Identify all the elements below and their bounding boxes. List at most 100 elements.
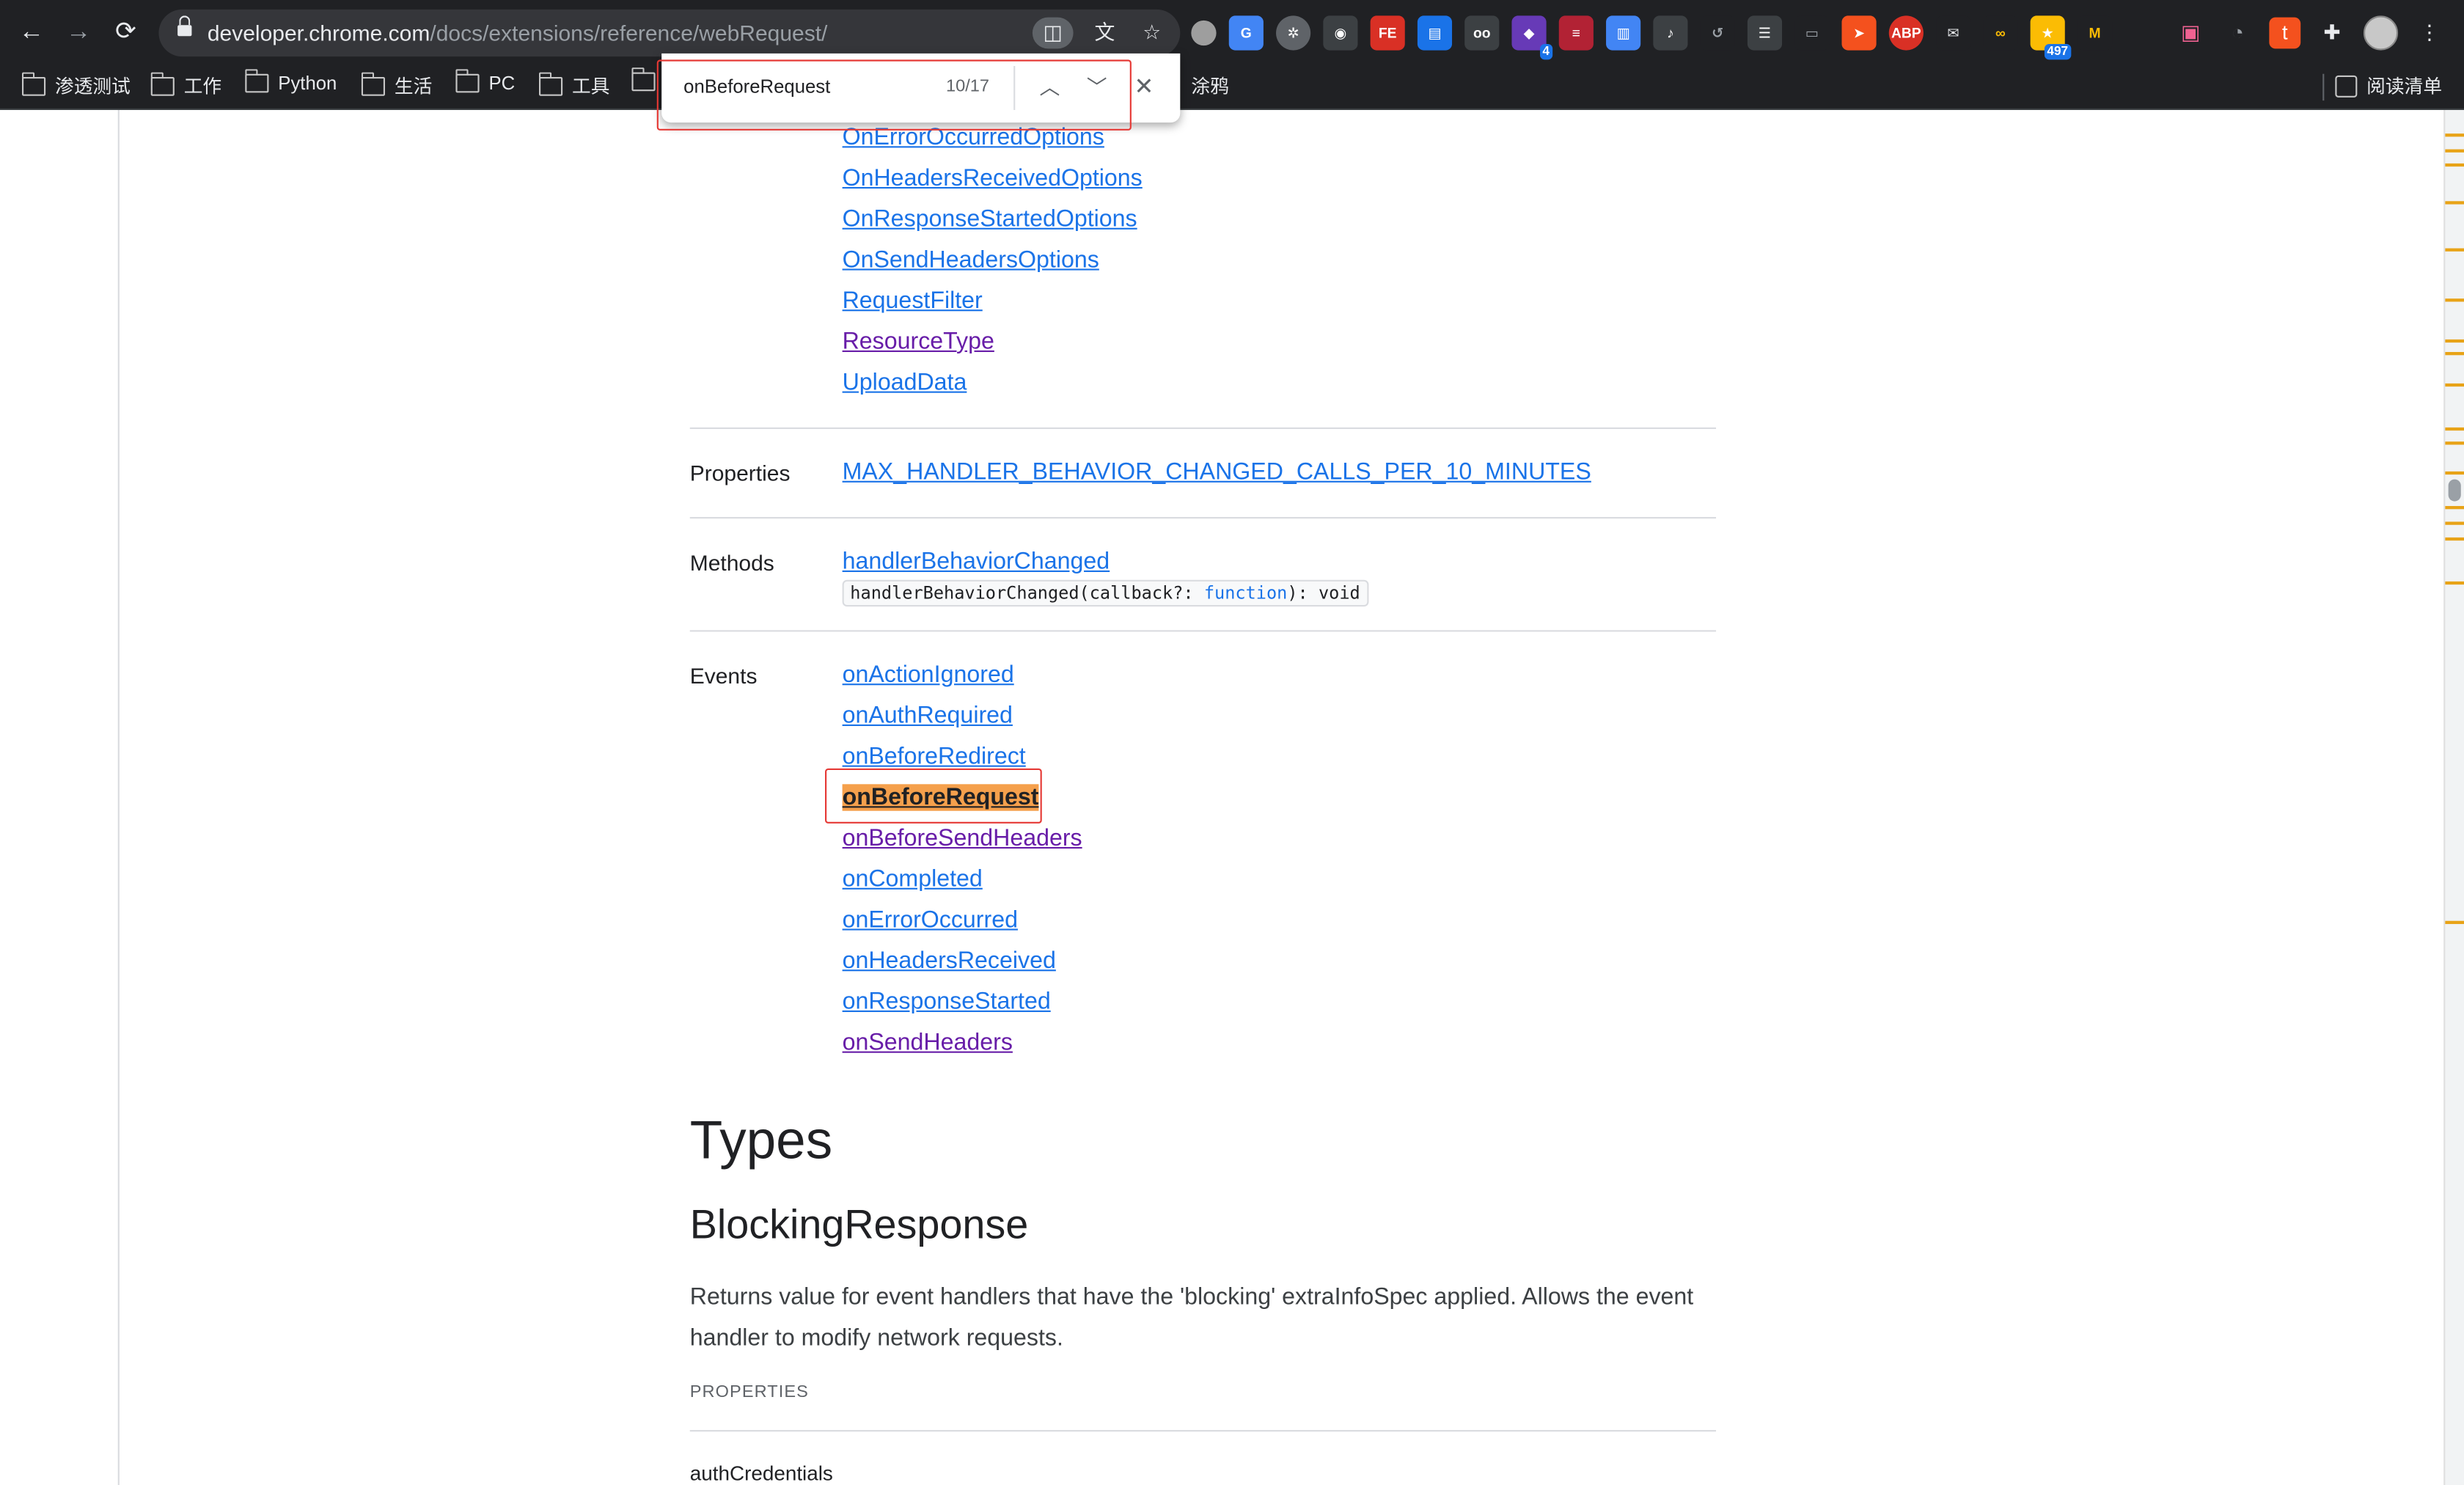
link-on-send-headers-options[interactable]: OnSendHeadersOptions xyxy=(843,246,1099,273)
close-icon[interactable]: ✕ xyxy=(1129,73,1160,104)
divider xyxy=(689,630,1717,632)
divider xyxy=(689,1430,1717,1432)
menu-kebab-icon[interactable]: ⋮ xyxy=(2413,18,2445,49)
link-on-headers-received[interactable]: onHeadersReceived xyxy=(843,947,1056,974)
link-on-response-started[interactable]: onResponseStarted xyxy=(843,989,1051,1015)
properties-caption: PROPERTIES xyxy=(689,1382,809,1402)
find-match-marker xyxy=(2445,441,2464,445)
divider xyxy=(689,517,1717,519)
find-match-marker xyxy=(2445,201,2464,205)
link-on-send-headers[interactable]: onSendHeaders xyxy=(843,1030,1013,1056)
bookmarks-bar: 渗透测试 工作 Python 生活 PC 工具 涂鸦 阅读清单 xyxy=(0,66,2464,111)
link-on-before-send-headers[interactable]: onBeforeSendHeaders xyxy=(843,825,1082,851)
bookmark-folder[interactable]: 生活 xyxy=(361,71,432,99)
link-on-headers-received-options[interactable]: OnHeadersReceivedOptions xyxy=(843,165,1143,191)
find-match-marker xyxy=(2445,298,2464,302)
find-match-marker xyxy=(2445,920,2464,925)
gear-extension-icon[interactable]: ✲ xyxy=(1276,15,1311,51)
bookmarks-divider xyxy=(2322,73,2325,101)
find-match-marker xyxy=(2445,339,2464,343)
address-bar[interactable]: developer.chrome.com/docs/extensions/ref… xyxy=(158,9,1181,57)
find-in-page-icon[interactable]: ◫ xyxy=(1032,17,1074,49)
layers-extension-icon[interactable]: ◆ 4 xyxy=(1511,15,1553,60)
link-request-filter[interactable]: RequestFilter xyxy=(843,287,983,314)
circle-extension-icon[interactable] xyxy=(1191,20,1217,46)
folder-icon xyxy=(538,71,563,95)
link-on-auth-required[interactable]: onAuthRequired xyxy=(843,703,1013,729)
find-match-marker xyxy=(2445,427,2464,431)
google-translate-extension-icon[interactable]: G xyxy=(1228,15,1264,51)
link-on-completed[interactable]: onCompleted xyxy=(843,866,983,892)
link-max-handler-constant[interactable]: MAX_HANDLER_BEHAVIOR_CHANGED_CALLS_PER_1… xyxy=(843,459,1591,485)
find-match-marker xyxy=(2445,506,2464,510)
reload-icon[interactable]: ⟳ xyxy=(110,18,142,49)
extension-badge-497: 497 xyxy=(2044,44,2072,60)
us-flag-extension-icon[interactable]: ≡ xyxy=(1558,15,1594,51)
left-border xyxy=(117,110,120,1485)
fe-extension-icon[interactable]: FE xyxy=(1370,15,1405,51)
forward-arrow-icon[interactable]: → xyxy=(63,18,95,49)
types-heading: Types xyxy=(689,1111,833,1171)
blocking-response-description: Returns value for event handlers that ha… xyxy=(689,1283,1694,1352)
events-label: Events xyxy=(689,663,758,689)
link-on-action-ignored[interactable]: onActionIgnored xyxy=(843,661,1014,688)
find-match-marker xyxy=(2445,149,2464,153)
arrow-extension-icon[interactable]: ➤ xyxy=(1841,15,1877,51)
method-signature: handlerBehaviorChanged(callback?: functi… xyxy=(842,579,1368,607)
link-resource-type[interactable]: ResourceType xyxy=(843,329,994,355)
link-on-error-occurred[interactable]: onErrorOccurred xyxy=(843,906,1018,933)
music-extension-icon[interactable]: ♪ xyxy=(1653,15,1688,51)
bookmark-folder[interactable]: 渗透测试 xyxy=(21,71,131,99)
infinity-extension-icon[interactable]: ∞ xyxy=(1983,15,2018,51)
owl-extension-icon[interactable]: ◉ xyxy=(1323,15,1358,51)
file-extension-icon[interactable]: ▤ xyxy=(1417,15,1453,51)
page-scrollbar[interactable] xyxy=(2443,110,2464,1485)
bilibili-extension-icon[interactable]: ▣ xyxy=(2175,18,2207,49)
scrollbar-thumb[interactable] xyxy=(2448,479,2461,502)
md-extension-icon[interactable]: M xyxy=(2077,15,2113,51)
timer-extension-icon[interactable]: ◔ xyxy=(2222,18,2254,49)
auth-credentials-property: authCredentials xyxy=(689,1461,833,1485)
bookmark-item[interactable]: 涂鸦 xyxy=(1191,73,1228,99)
document-extension-icon[interactable]: ☰ xyxy=(1747,15,1783,51)
t-extension-icon[interactable]: t xyxy=(2269,17,2301,49)
find-match-marker xyxy=(2445,383,2464,387)
folder-icon xyxy=(244,69,269,93)
reading-list-icon xyxy=(2335,74,2358,97)
bookmark-folder[interactable]: Python xyxy=(244,69,337,95)
news-extension-icon[interactable]: ★ 497 xyxy=(2030,15,2072,60)
bookmark-folder[interactable] xyxy=(631,67,656,92)
back-arrow-icon[interactable]: ← xyxy=(15,18,47,49)
adblock-extension-icon[interactable]: ABP xyxy=(1888,15,1924,51)
bookmark-folder[interactable]: 工作 xyxy=(150,71,221,99)
link-on-response-started-options[interactable]: OnResponseStartedOptions xyxy=(843,206,1137,232)
link-handler-behavior-changed[interactable]: handlerBehaviorChanged xyxy=(843,549,1110,575)
history-extension-icon[interactable]: ↺ xyxy=(1700,15,1735,51)
link-upload-data[interactable]: UploadData xyxy=(843,370,967,396)
profile-avatar[interactable] xyxy=(2363,15,2399,51)
bookmark-folder[interactable]: 工具 xyxy=(538,71,609,99)
link-on-before-redirect[interactable]: onBeforeRedirect xyxy=(843,744,1026,770)
lock-icon xyxy=(177,15,192,40)
reading-list-button[interactable]: 阅读清单 xyxy=(2335,73,2442,99)
folder-icon xyxy=(150,71,175,95)
blocking-response-heading: BlockingResponse xyxy=(689,1200,1029,1248)
folder-icon xyxy=(631,67,656,92)
translate-icon[interactable]: 文 xyxy=(1089,18,1121,49)
tv-extension-icon[interactable]: ▭ xyxy=(1794,15,1830,51)
puzzle-extensions-icon[interactable]: ✚ xyxy=(2317,18,2348,49)
find-match-marker xyxy=(2445,133,2464,137)
chat-extension-icon[interactable]: ✉ xyxy=(1936,15,1971,51)
chart-extension-icon[interactable]: ▥ xyxy=(1606,15,1641,51)
extension-badge: 4 xyxy=(1539,44,1553,60)
glasses-extension-icon[interactable]: oo xyxy=(1464,15,1500,51)
url-text[interactable]: developer.chrome.com/docs/extensions/ref… xyxy=(208,21,828,45)
divider xyxy=(689,427,1717,430)
folder-icon xyxy=(455,69,480,93)
find-match-marker xyxy=(2445,248,2464,252)
properties-label: Properties xyxy=(689,460,791,486)
bookmark-folder[interactable]: PC xyxy=(455,69,515,95)
browser-toolbar: ← → ⟳ developer.chrome.com/docs/extensio… xyxy=(0,0,2464,67)
find-match-marker xyxy=(2445,521,2464,525)
bookmark-star-icon[interactable]: ☆ xyxy=(1136,18,1167,49)
